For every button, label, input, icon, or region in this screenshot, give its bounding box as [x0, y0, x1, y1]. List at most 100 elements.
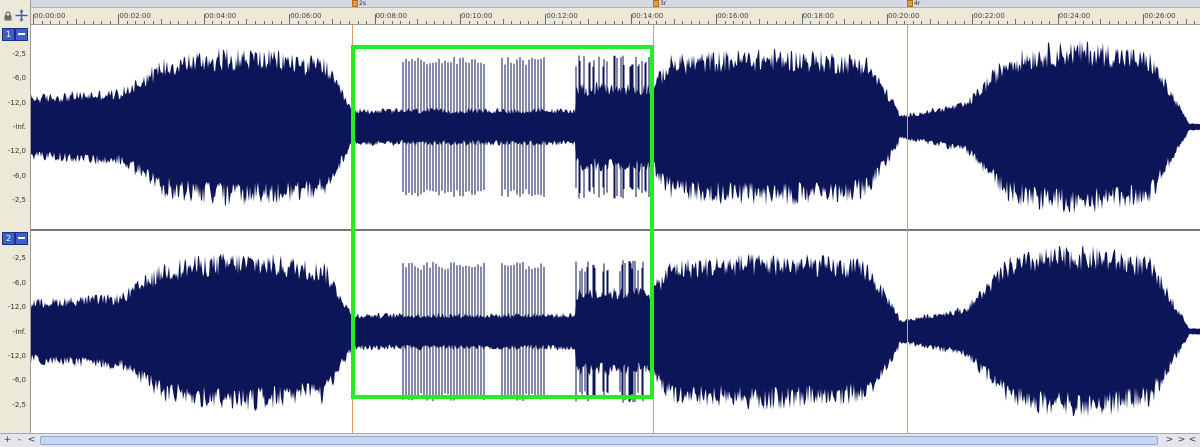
timeline-tick [153, 21, 154, 24]
track-1-number[interactable]: 1 [2, 28, 15, 41]
timeline-tick [520, 21, 521, 24]
timeline-tick [827, 21, 828, 24]
timeline-tick [708, 21, 709, 24]
timeline-tick [861, 21, 862, 24]
db-label: -6,0 [12, 74, 26, 83]
waveform-editor[interactable]: 2s 3r 4r 00:00:00 00:02:00 00:04:00 00:06:00 0… [0, 0, 1200, 447]
timeline-tick [1143, 14, 1144, 24]
timeline-tick [733, 21, 734, 24]
timeline-tick [802, 14, 803, 24]
timeline-tick [810, 21, 811, 24]
track-2-number[interactable]: 2 [2, 232, 15, 245]
timeline-tick [358, 21, 359, 24]
time-label: 00:20:00 [888, 12, 920, 20]
db-label: -2,5 [12, 254, 26, 263]
timeline-tick [1049, 21, 1050, 24]
timeline-tick [1007, 21, 1008, 24]
timeline-tick [870, 21, 871, 24]
timeline-tick [614, 21, 615, 24]
marker-2[interactable]: 2s [352, 0, 368, 8]
waveform-canvas[interactable] [31, 25, 1200, 433]
timeline-tick [1194, 21, 1195, 24]
timeline-tick [1015, 19, 1016, 24]
lock-icon[interactable] [3, 11, 13, 21]
marker-label: 2s [359, 0, 366, 7]
timeline-tick [767, 21, 768, 24]
timeline-tick [434, 21, 435, 24]
timeline-tick [135, 21, 136, 24]
timeline-tick [144, 21, 145, 24]
timeline-tick [229, 21, 230, 24]
timeline-tick [776, 21, 777, 24]
timeline-tick [836, 21, 837, 24]
scroll-right-button[interactable]: > [1164, 435, 1175, 446]
db-label: -Inf. [12, 123, 26, 131]
zoom-out-button[interactable]: + [2, 435, 13, 446]
timeline-tick [67, 21, 68, 24]
timeline-tick [785, 21, 786, 24]
timeline-tick [989, 21, 990, 24]
timeline-tick [255, 21, 256, 24]
timeline-tick [93, 21, 94, 24]
timeline-tick [212, 21, 213, 24]
timeline-tick [349, 21, 350, 24]
timeline-tick [477, 21, 478, 24]
scrollbar-thumb[interactable] [40, 436, 1158, 445]
timeline-tick [1066, 21, 1067, 24]
timeline-tick [298, 21, 299, 24]
scroll-end-left-button[interactable]: < [1187, 435, 1198, 446]
time-label: 00:24:00 [1058, 12, 1091, 20]
track-1-collapse-button[interactable] [15, 28, 28, 41]
scroll-end-button[interactable]: > [1176, 435, 1187, 446]
timeline-tick [930, 19, 931, 24]
time-label: 00:08:00 [375, 12, 408, 20]
db-label: -6,0 [12, 171, 26, 180]
timeline-tick [170, 21, 171, 24]
scroll-left-button[interactable]: < [26, 435, 37, 446]
time-label: 00:10:00 [461, 12, 493, 20]
track-2-collapse-button[interactable] [15, 232, 28, 245]
timeline-tick [469, 21, 470, 24]
time-label: 00:00:00 [34, 12, 66, 20]
marker-flag-icon [352, 0, 358, 7]
timeline-tick [59, 21, 60, 24]
timeline-tick [716, 14, 717, 24]
timeline-tick [571, 21, 572, 24]
timeline-tick [42, 21, 43, 24]
timeline-tick [409, 21, 410, 24]
marker-4[interactable]: 4r [907, 0, 922, 8]
timeline-tick [204, 14, 205, 24]
timeline-tick [682, 21, 683, 24]
marker-bar[interactable]: 2s 3r 4r [31, 0, 1200, 8]
timeline-tick [1160, 21, 1161, 24]
timeline-tick [50, 21, 51, 24]
zoom-icon[interactable] [15, 9, 28, 22]
timeline-tick [554, 21, 555, 24]
timeline-tick [656, 21, 657, 24]
timeline-tick [323, 21, 324, 24]
zoom-in-button[interactable]: - [14, 435, 25, 446]
timeline-tick [759, 19, 760, 24]
timeline-tick [264, 21, 265, 24]
timeline-tick [1024, 21, 1025, 24]
timeline-tick [494, 21, 495, 24]
timeline-tick [1126, 21, 1127, 24]
marker-3[interactable]: 3r [653, 0, 668, 8]
marker-label: 3r [660, 0, 667, 7]
timeline-tick [938, 21, 939, 24]
timeline-ruler[interactable]: 2s 3r 4r 00:00:00 00:02:00 00:04:00 00:06:00 0… [31, 0, 1200, 25]
timeline-tick [981, 21, 982, 24]
timeline-tick [383, 21, 384, 24]
horizontal-scrollbar[interactable]: + - < > > < [0, 433, 1200, 447]
timeline-tick [33, 14, 34, 24]
db-label: -2,5 [12, 400, 26, 409]
db-label: -12,0 [7, 98, 26, 107]
timeline-tick [972, 14, 973, 24]
timeline-tick [221, 21, 222, 24]
timeline-tick [238, 21, 239, 24]
timeline-tick [674, 19, 675, 24]
timeline-tick [178, 21, 179, 24]
timeline-tick [375, 14, 376, 24]
timeline-tick [127, 21, 128, 24]
timeline-tick [366, 21, 367, 24]
